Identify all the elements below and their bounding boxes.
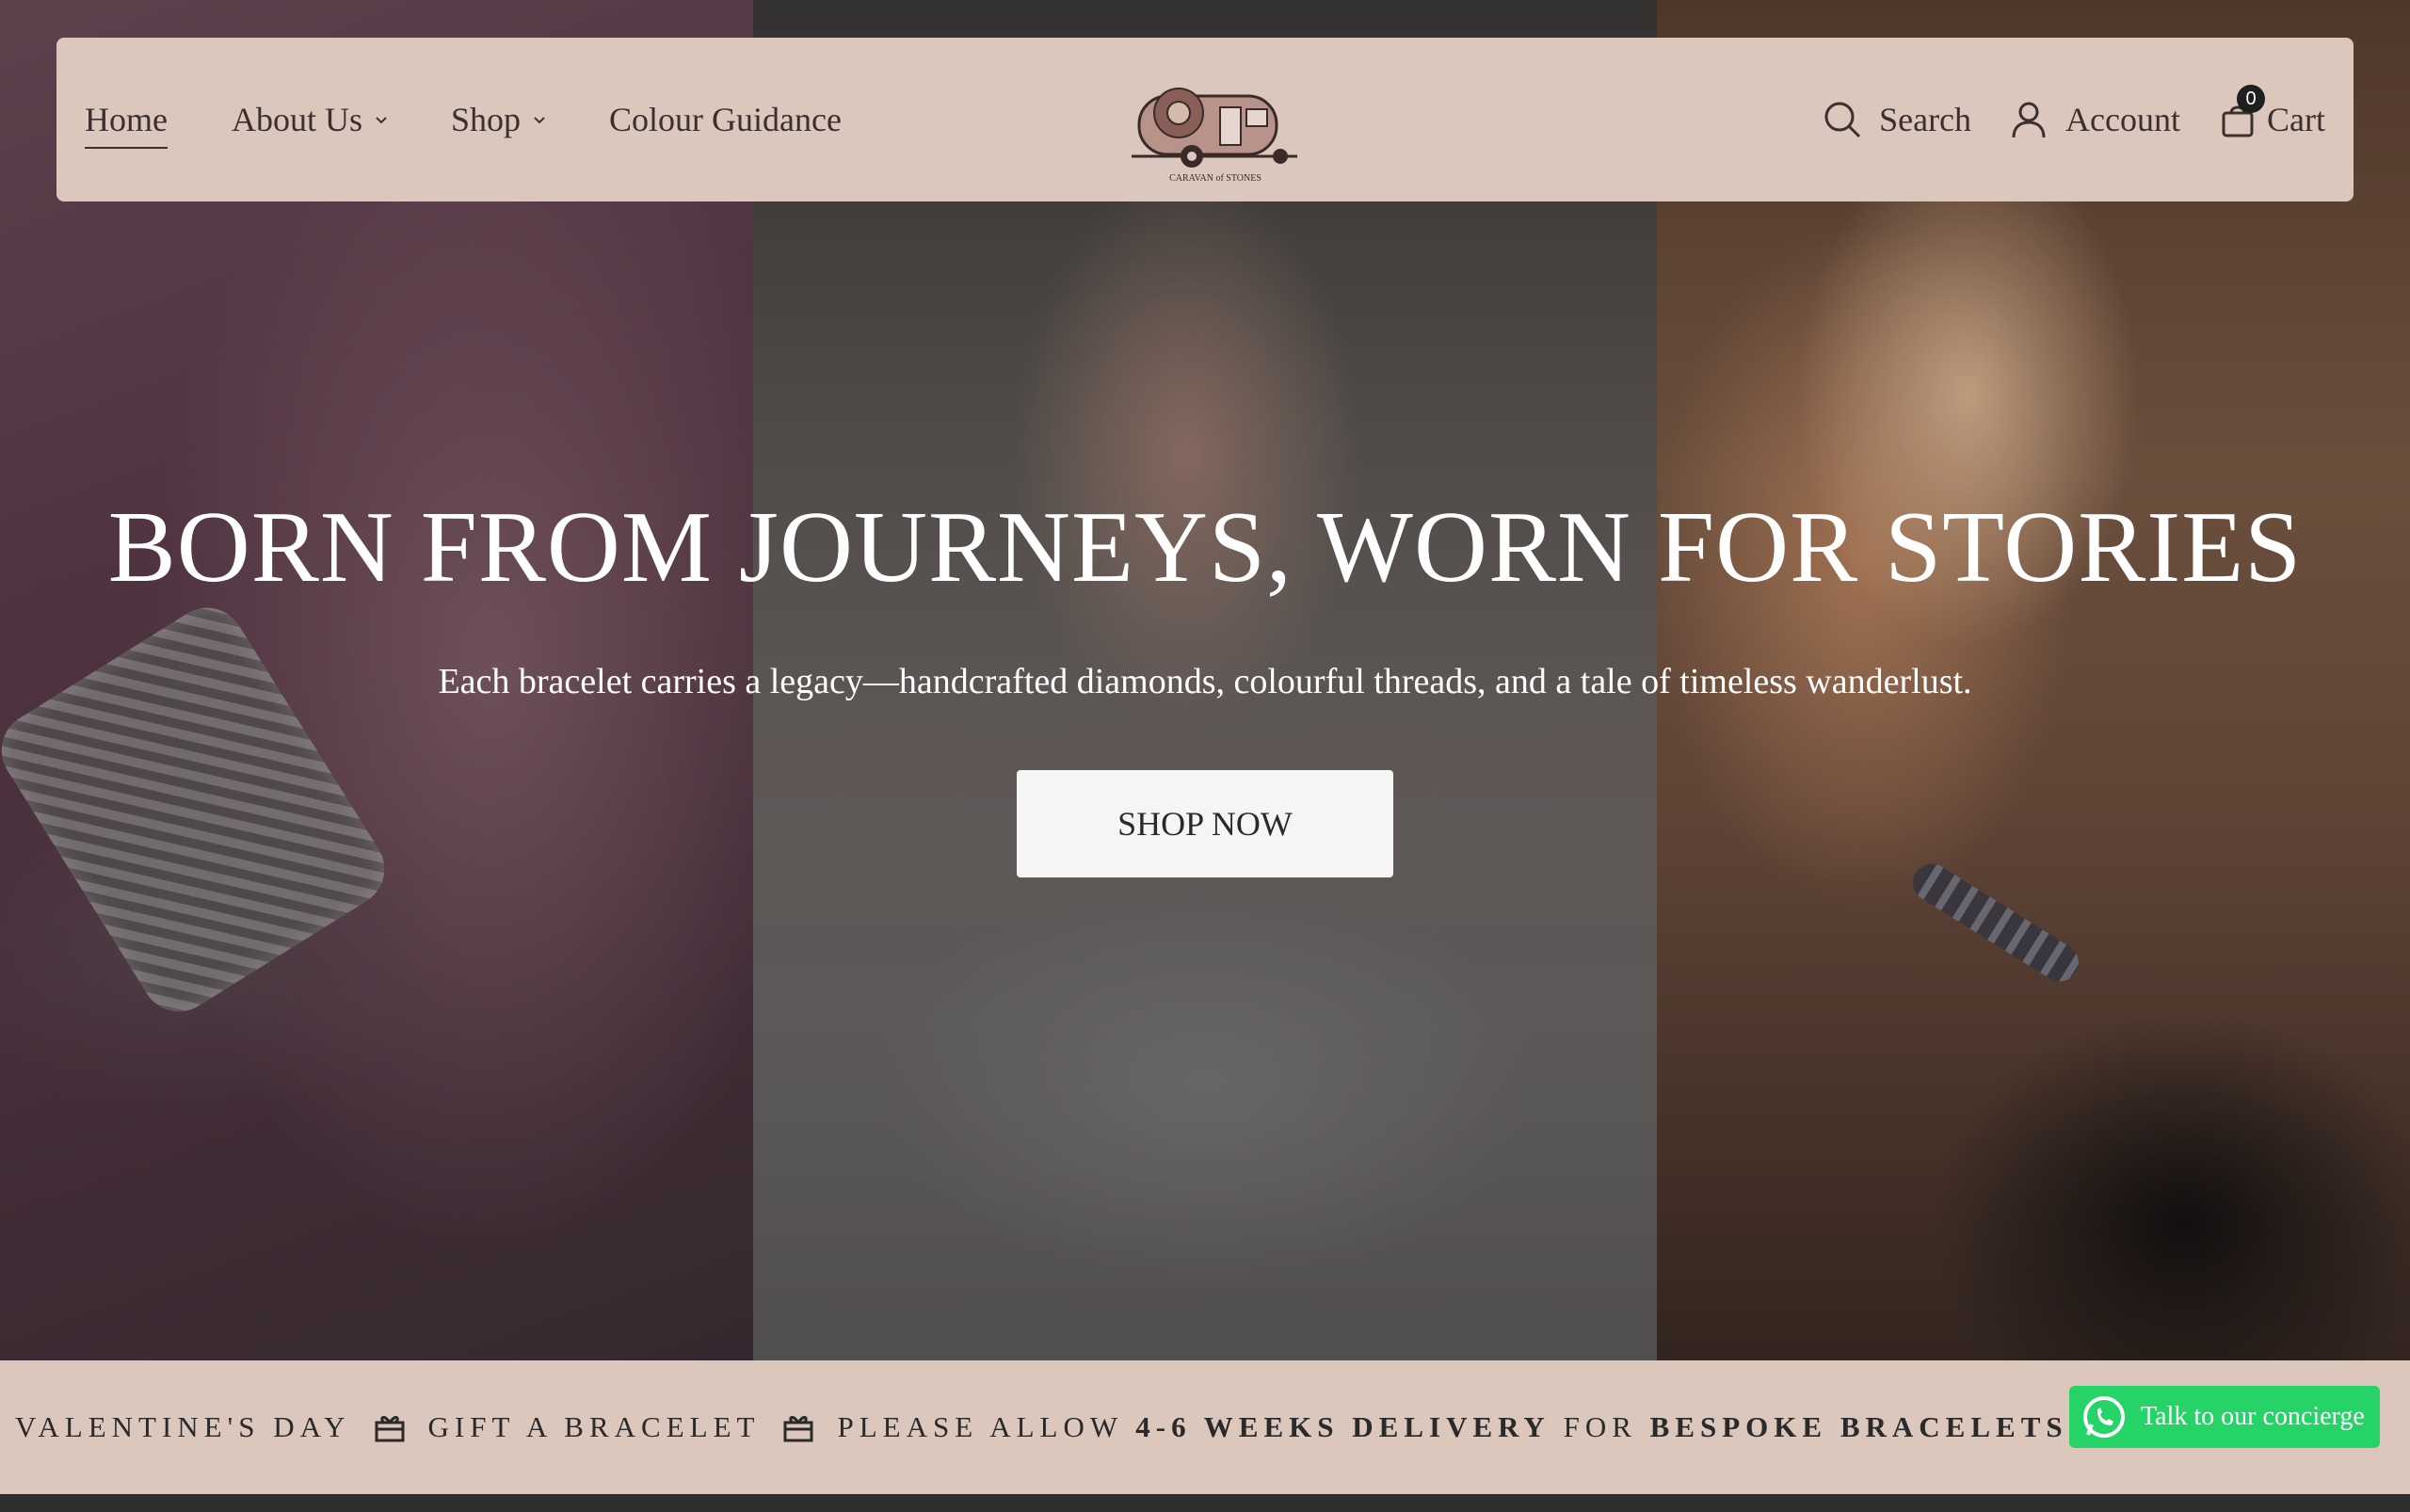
svg-text:CARAVAN of STONES: CARAVAN of STONES bbox=[1169, 173, 1261, 184]
nav-about-us[interactable]: About Us bbox=[232, 100, 387, 139]
ticker-item: PLEASE ALLOW 4-6 WEEKS DELIVERY FOR BESP… bbox=[837, 1410, 2067, 1444]
cart-label: Cart bbox=[2267, 101, 2325, 138]
hero-banner: BORN FROM JOURNEYS, WORN FOR STORIES Eac… bbox=[0, 0, 2410, 1360]
site-header: Home About Us Shop Colour Guidance CARAV… bbox=[56, 38, 2354, 201]
nav-shop-label: Shop bbox=[451, 101, 522, 138]
nav-colour-guidance-label: Colour Guidance bbox=[609, 101, 842, 138]
announcement-ticker: VALENTINE'S DAY GIFT A BRACELET PLEASE A… bbox=[0, 1360, 2410, 1494]
shop-now-button[interactable]: SHOP NOW bbox=[1017, 770, 1393, 877]
account-icon bbox=[2012, 102, 2046, 138]
whatsapp-concierge-button[interactable]: Talk to our concierge bbox=[2069, 1386, 2380, 1448]
nav-about-label: About Us bbox=[231, 101, 362, 138]
hero-subtitle: Each bracelet carries a legacy—handcraft… bbox=[438, 662, 1972, 701]
nav-colour-guidance[interactable]: Colour Guidance bbox=[609, 100, 842, 139]
caravan-of-stones-logo[interactable]: CARAVAN of STONES bbox=[1126, 53, 1305, 190]
concierge-label: Talk to our concierge bbox=[2141, 1402, 2365, 1431]
chevron-down-icon bbox=[376, 117, 387, 124]
footer-edge bbox=[0, 1494, 2410, 1512]
search-label: Search bbox=[1879, 101, 1972, 138]
utility-nav: Search Account 0 Cart bbox=[1785, 38, 2325, 201]
account-link[interactable]: Account bbox=[2009, 100, 2180, 139]
cart-count-badge: 0 bbox=[2237, 85, 2266, 113]
gift-icon bbox=[375, 1416, 405, 1442]
ticker-text: PLEASE ALLOW bbox=[837, 1410, 1123, 1443]
search-link[interactable]: Search bbox=[1823, 100, 1971, 139]
cart-link[interactable]: 0 Cart bbox=[2218, 85, 2325, 139]
chevron-down-icon bbox=[534, 117, 545, 124]
ticker-text: FOR bbox=[1563, 1410, 1637, 1443]
nav-home-label: Home bbox=[85, 101, 168, 138]
ticker-item: VALENTINE'S DAY bbox=[15, 1410, 351, 1443]
account-label: Account bbox=[2065, 101, 2181, 138]
whatsapp-icon bbox=[2083, 1396, 2125, 1438]
ticker-text-bold: BESPOKE BRACELETS bbox=[1649, 1410, 2068, 1443]
main-nav: Home About Us Shop Colour Guidance bbox=[85, 38, 906, 201]
hero-title: BORN FROM JOURNEYS, WORN FOR STORIES bbox=[107, 491, 2303, 603]
ticker-track: VALENTINE'S DAY GIFT A BRACELET PLEASE A… bbox=[15, 1360, 2194, 1494]
nav-home[interactable]: Home bbox=[85, 100, 168, 149]
ticker-text-bold: 4-6 WEEKS DELIVERY bbox=[1135, 1410, 1550, 1443]
search-icon bbox=[1824, 102, 1861, 138]
gift-icon bbox=[783, 1416, 813, 1442]
nav-shop[interactable]: Shop bbox=[451, 100, 545, 139]
ticker-item: GIFT A BRACELET bbox=[427, 1410, 761, 1443]
